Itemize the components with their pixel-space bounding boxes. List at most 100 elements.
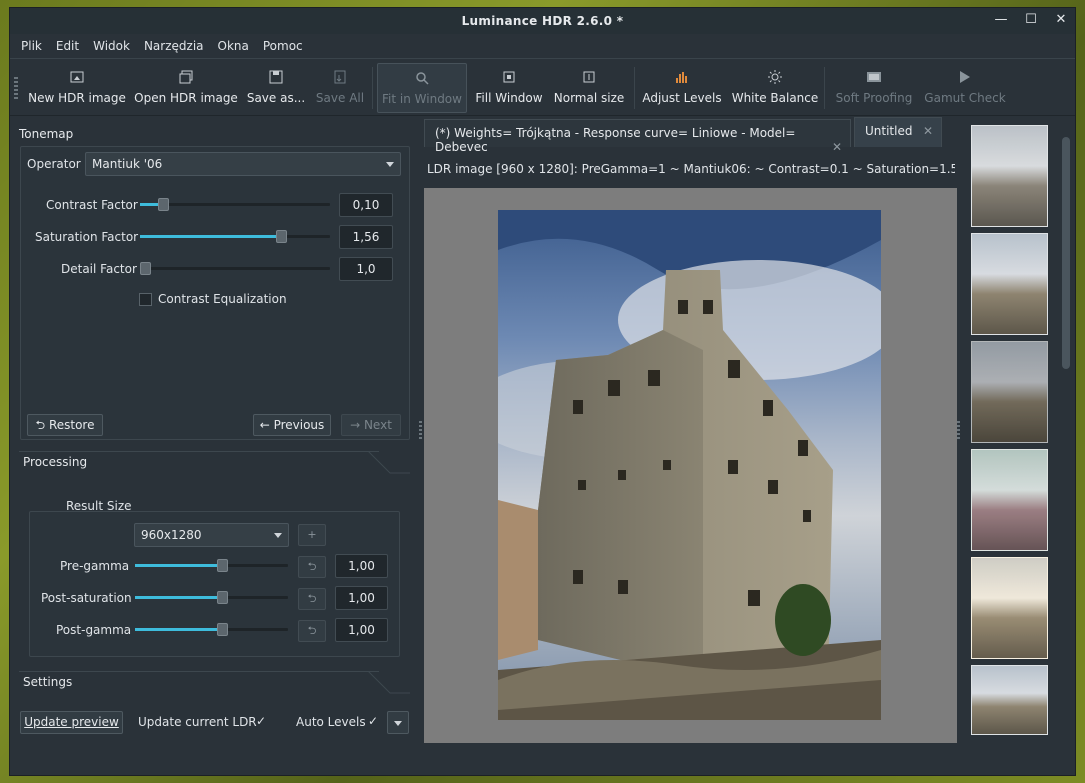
save-as-button[interactable]: Save as... <box>246 63 306 113</box>
menu-bar: Plik Edit Widok Narzędzia Okna Pomoc <box>10 35 310 57</box>
close-icon[interactable]: ✕ <box>832 140 842 154</box>
pregamma-slider[interactable] <box>135 559 288 572</box>
normal-size-button[interactable]: Normal size <box>552 63 626 113</box>
minimize-button[interactable]: — <box>993 11 1009 29</box>
thumbnails-scrollbar[interactable] <box>1060 127 1072 741</box>
menu-narzedzia[interactable]: Narzędzia <box>137 35 211 57</box>
new-hdr-button[interactable]: New HDR image <box>26 63 128 113</box>
postgamma-slider[interactable] <box>135 623 288 636</box>
castle-illustration <box>498 210 881 720</box>
saturation-slider-handle[interactable] <box>276 230 287 243</box>
contrast-label: Contrast Factor <box>46 198 138 212</box>
new-hdr-label: New HDR image <box>28 91 126 105</box>
histogram-icon <box>676 72 687 83</box>
detail-slider[interactable] <box>140 262 330 275</box>
postgamma-slider-handle[interactable] <box>217 623 228 636</box>
toolbar-separator <box>372 67 373 109</box>
thumbnail-1[interactable] <box>971 125 1048 227</box>
right-splitter-handle[interactable] <box>957 421 960 439</box>
fit-window-label: Fit in Window <box>382 92 462 106</box>
thumbnail-2[interactable] <box>971 233 1048 335</box>
close-button[interactable]: ✕ <box>1053 11 1069 29</box>
postgamma-reset-button[interactable]: ⮌ <box>298 620 326 642</box>
postgamma-slider-fill <box>135 628 223 631</box>
postsat-slider-handle[interactable] <box>217 591 228 604</box>
thumbnails-scroll-thumb[interactable] <box>1062 137 1070 369</box>
postsat-spinbox[interactable]: 1,00 <box>335 586 388 610</box>
contrast-slider[interactable] <box>140 198 330 211</box>
auto-levels-options-button[interactable] <box>387 711 409 734</box>
soft-proofing-button[interactable]: Soft Proofing <box>832 63 916 113</box>
image-viewer[interactable] <box>424 188 957 743</box>
settings-corner-line <box>368 671 410 694</box>
undo-icon: ⮌ <box>35 418 49 432</box>
contrast-equalization-checkbox[interactable] <box>139 293 152 306</box>
menu-pomoc[interactable]: Pomoc <box>256 35 310 57</box>
result-size-select[interactable]: 960x1280 <box>134 523 289 547</box>
arrow-left-icon: ← <box>259 418 274 432</box>
previous-button[interactable]: ← Previous <box>253 414 331 436</box>
zoom-fit-icon <box>416 72 429 85</box>
white-balance-button[interactable]: White Balance <box>730 63 820 113</box>
next-button[interactable]: → Next <box>341 414 401 436</box>
normal-size-icon <box>583 71 595 83</box>
chevron-down-icon <box>394 721 402 726</box>
tab-untitled-label: Untitled <box>865 124 913 138</box>
thumbnail-4[interactable] <box>971 449 1048 551</box>
operator-select[interactable]: Mantiuk '06 <box>85 152 401 176</box>
postsat-reset-button[interactable]: ⮌ <box>298 588 326 610</box>
settings-section-title: Settings <box>23 675 73 689</box>
save-all-button[interactable]: Save All <box>312 63 368 113</box>
contrast-slider-handle[interactable] <box>158 198 169 211</box>
maximize-button[interactable]: ☐ <box>1023 11 1039 29</box>
update-current-checkbox[interactable]: ✓ <box>256 714 266 728</box>
left-splitter-handle[interactable] <box>419 421 422 439</box>
tab-debevec-label: (*) Weights= Trójkątna - Response curve=… <box>435 126 796 154</box>
soft-proofing-icon <box>867 72 881 82</box>
tab-untitled[interactable]: Untitled ✕ <box>854 117 942 147</box>
tonemap-section-title: Tonemap <box>19 127 74 141</box>
castle-photo <box>498 210 881 720</box>
postsat-label: Post-saturation <box>41 591 132 605</box>
menu-widok[interactable]: Widok <box>86 35 137 57</box>
fit-window-button[interactable]: Fit in Window <box>377 63 467 113</box>
pregamma-slider-handle[interactable] <box>217 559 228 572</box>
fill-window-button[interactable]: Fill Window <box>472 63 546 113</box>
add-size-button[interactable]: + <box>298 524 326 546</box>
thumbnail-3[interactable] <box>971 341 1048 443</box>
save-all-label: Save All <box>315 91 365 105</box>
settings-divider <box>19 671 379 672</box>
pregamma-reset-button[interactable]: ⮌ <box>298 556 326 578</box>
new-hdr-icon <box>70 71 84 83</box>
detail-spinbox[interactable]: 1,0 <box>339 257 393 281</box>
menu-plik[interactable]: Plik <box>14 35 49 57</box>
open-hdr-icon <box>179 70 193 84</box>
soft-proofing-label: Soft Proofing <box>835 91 913 105</box>
saturation-slider[interactable] <box>140 230 330 243</box>
saturation-spinbox[interactable]: 1,56 <box>339 225 393 249</box>
toolbar-grip[interactable] <box>14 77 18 99</box>
gamut-check-button[interactable]: Gamut Check <box>922 63 1008 113</box>
operator-label: Operator <box>27 157 81 171</box>
close-icon[interactable]: ✕ <box>923 124 933 138</box>
sun-icon <box>768 70 782 84</box>
pregamma-spinbox[interactable]: 1,00 <box>335 554 388 578</box>
restore-button[interactable]: ⮌ Restore <box>27 414 103 436</box>
thumbnail-5[interactable] <box>971 557 1048 659</box>
open-hdr-label: Open HDR image <box>134 91 238 105</box>
menu-okna[interactable]: Okna <box>211 35 256 57</box>
gamut-check-label: Gamut Check <box>924 91 1006 105</box>
pregamma-slider-fill <box>135 564 223 567</box>
auto-levels-checkbox[interactable]: ✓ <box>368 714 378 728</box>
update-preview-button[interactable]: Update preview <box>20 711 123 734</box>
detail-slider-handle[interactable] <box>140 262 151 275</box>
open-hdr-button[interactable]: Open HDR image <box>134 63 238 113</box>
chevron-down-icon <box>274 533 282 538</box>
thumbnail-6[interactable] <box>971 665 1048 735</box>
tab-debevec[interactable]: (*) Weights= Trójkątna - Response curve=… <box>424 119 851 154</box>
menu-edit[interactable]: Edit <box>49 35 86 57</box>
postgamma-spinbox[interactable]: 1,00 <box>335 618 388 642</box>
contrast-spinbox[interactable]: 0,10 <box>339 193 393 217</box>
postsat-slider[interactable] <box>135 591 288 604</box>
adjust-levels-button[interactable]: Adjust Levels <box>642 63 722 113</box>
